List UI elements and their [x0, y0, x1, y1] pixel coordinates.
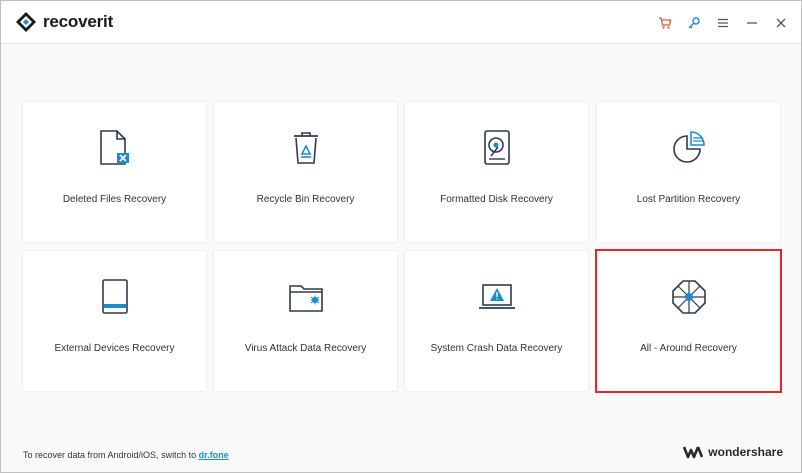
card-label: All - Around Recovery: [640, 343, 737, 354]
deleted-file-icon: [99, 130, 129, 165]
footer-switch-text: To recover data from Android/iOS, switch…: [23, 450, 229, 460]
card-label: External Devices Recovery: [54, 343, 175, 354]
recycle-bin-icon: [293, 132, 318, 164]
partition-pie-icon: [672, 131, 705, 163]
external-device-icon: [101, 279, 128, 314]
card-label: Recycle Bin Recovery: [256, 194, 355, 205]
card-virus-attack-data-recovery[interactable]: Virus Attack Data Recovery: [214, 251, 397, 391]
card-label: Lost Partition Recovery: [636, 194, 741, 205]
drfone-link[interactable]: dr.fone: [199, 450, 229, 460]
card-recycle-bin-recovery[interactable]: Recycle Bin Recovery: [214, 102, 397, 242]
menu-icon[interactable]: [713, 13, 733, 33]
window-controls: [646, 13, 791, 33]
wondershare-brand: wondershare: [683, 445, 783, 459]
title-bar: recoverit: [1, 1, 801, 44]
wondershare-logo-icon: [683, 446, 704, 459]
close-icon[interactable]: [771, 13, 791, 33]
all-around-icon: [671, 280, 706, 314]
virus-folder-icon: [288, 285, 323, 312]
formatted-disk-icon: [483, 130, 510, 165]
card-deleted-files-recovery[interactable]: Deleted Files Recovery: [23, 102, 206, 242]
minimize-icon[interactable]: [742, 13, 762, 33]
crashed-laptop-icon: [478, 284, 515, 309]
card-all-around-recovery[interactable]: All - Around Recovery: [595, 249, 782, 393]
app-name: recoverit: [43, 12, 114, 31]
card-formatted-disk-recovery[interactable]: Formatted Disk Recovery: [405, 102, 588, 242]
card-label: System Crash Data Recovery: [430, 343, 563, 354]
brand-name: wondershare: [708, 445, 783, 459]
key-icon[interactable]: [684, 13, 704, 33]
card-label: Deleted Files Recovery: [62, 194, 167, 205]
card-label: Virus Attack Data Recovery: [244, 343, 367, 354]
card-system-crash-data-recovery[interactable]: System Crash Data Recovery: [405, 251, 588, 391]
cart-icon[interactable]: [655, 13, 675, 33]
recoverit-window: recoverit Deleted Files Recovery Recycle…: [0, 0, 802, 473]
app-logo: recoverit: [15, 11, 113, 33]
card-external-devices-recovery[interactable]: External Devices Recovery: [23, 251, 206, 391]
card-label: Formatted Disk Recovery: [440, 194, 553, 205]
recoverit-logo-icon: [16, 12, 36, 32]
card-lost-partition-recovery[interactable]: Lost Partition Recovery: [597, 102, 780, 242]
